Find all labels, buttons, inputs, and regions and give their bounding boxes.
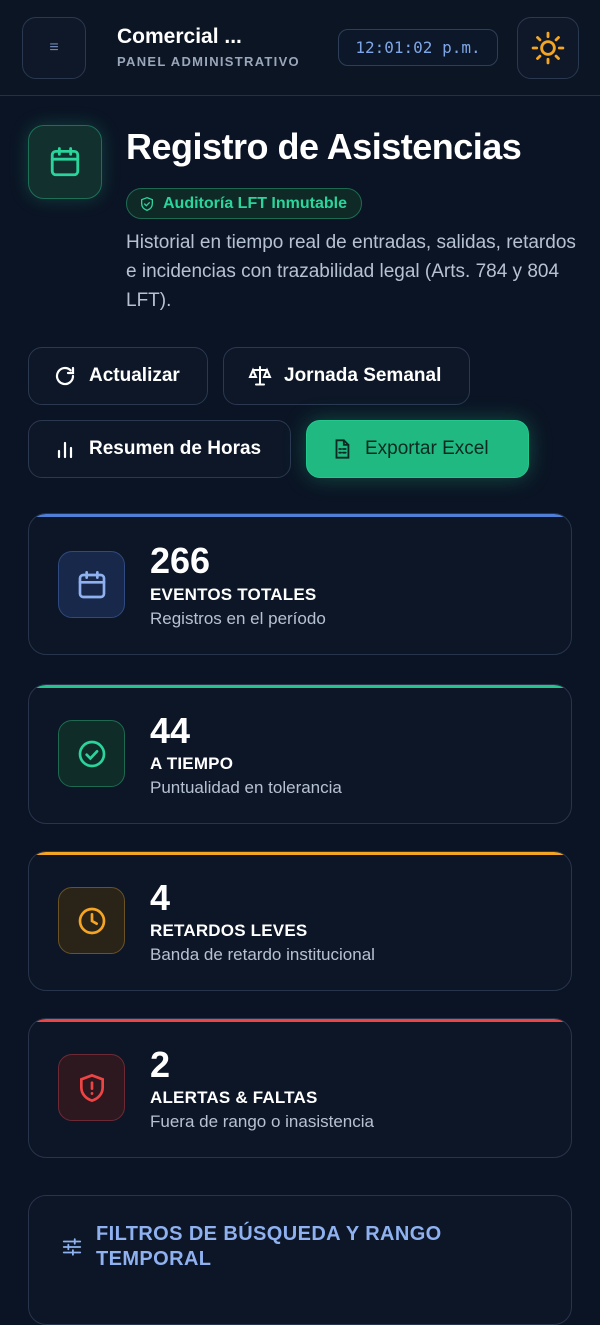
stat-value: 2 [150,1044,171,1085]
stat-icon-box [58,1054,125,1121]
export-excel-button[interactable]: Exportar Excel [306,420,529,478]
stat-label: ALERTAS & FALTAS [150,1088,318,1107]
theme-toggle-button[interactable] [517,17,579,79]
stat-subtext: Registros en el período [150,609,326,628]
scale-icon [248,366,272,386]
stat-value: 266 [150,540,211,581]
stat-subtext: Banda de retardo institucional [150,945,375,964]
stat-card-alerts: 2 ALERTAS & FALTAS Fuera de rango o inas… [28,1018,572,1158]
audit-badge: Auditoría LFT Inmutable [126,188,362,219]
refresh-button[interactable]: Actualizar [28,347,208,405]
brand-subtitle: PANEL ADMINISTRATIVO [117,54,300,69]
stat-card-minor-delays: 4 RETARDOS LEVES Banda de retardo instit… [28,851,572,991]
refresh-button-label: Actualizar [89,365,180,386]
brand-title: Comercial ... [117,25,242,48]
menu-button[interactable]: ≡ [22,17,86,79]
shield-check-icon [141,196,153,211]
card-accent-bar [29,852,571,855]
top-bar: ≡ Comercial ... PANEL ADMINISTRATIVO 12:… [0,0,600,96]
weekly-schedule-button[interactable]: Jornada Semanal [223,347,470,405]
bar-chart-icon [57,441,73,459]
filters-panel: FILTROS DE BÚSQUEDA Y RANGO TEMPORAL [28,1195,572,1325]
audit-badge-label: Auditoría LFT Inmutable [163,194,347,212]
page-icon [28,125,102,199]
stat-label: A TIEMPO [150,754,234,773]
check-circle-icon [78,740,105,767]
shield-alert-icon [79,1073,104,1102]
hamburger-icon: ≡ [49,39,59,56]
stat-value: 44 [150,710,191,751]
calendar-icon [78,570,105,598]
card-accent-bar [29,1019,571,1022]
calendar-icon [50,147,80,177]
clock-display: 12:01:02 p.m. [338,29,498,66]
page-title: Registro de Asistencias [126,126,522,167]
export-excel-button-label: Exportar Excel [365,438,489,459]
card-accent-bar [29,685,571,688]
stat-icon-box [58,887,125,954]
spreadsheet-icon [335,439,350,459]
hours-summary-button[interactable]: Resumen de Horas [28,420,291,478]
hours-summary-button-label: Resumen de Horas [89,438,262,459]
stat-subtext: Fuera de rango o inasistencia [150,1112,374,1131]
page-description: Historial en tiempo real de entradas, sa… [126,232,576,311]
stat-icon-box [58,551,125,618]
weekly-schedule-button-label: Jornada Semanal [284,365,442,386]
card-accent-bar [29,514,571,517]
stat-value: 4 [150,877,171,918]
sun-icon [531,31,565,65]
stat-label: EVENTOS TOTALES [150,585,317,604]
stat-card-on-time: 44 A TIEMPO Puntualidad en tolerancia [28,684,572,824]
stat-label: RETARDOS LEVES [150,921,308,940]
stat-card-total-events: 266 EVENTOS TOTALES Registros en el perí… [28,513,572,655]
filters-title: FILTROS DE BÚSQUEDA Y RANGO TEMPORAL [96,1223,442,1270]
clock-icon [78,907,105,934]
stat-subtext: Puntualidad en tolerancia [150,778,342,797]
refresh-icon [55,366,75,386]
sliders-icon [62,1238,82,1256]
stat-icon-box [58,720,125,787]
